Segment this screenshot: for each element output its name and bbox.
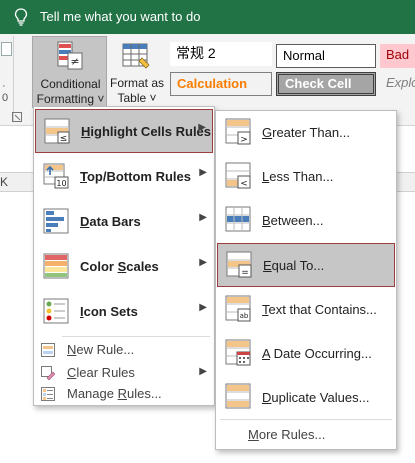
menu-item-label: New Rule... xyxy=(67,342,135,357)
style-normal[interactable]: Normal xyxy=(276,44,376,68)
submenu-item-label: Equal To... xyxy=(263,258,325,273)
menu-separator xyxy=(220,419,392,420)
submenu-item-duplicate-values[interactable]: Duplicate Values... xyxy=(217,376,395,420)
submenu-item-label: Text that Contains... xyxy=(262,302,377,317)
tell-me-text: Tell me what you want to do xyxy=(40,9,201,24)
between-icon xyxy=(225,206,251,232)
format-as-table-label: Format as Table ˅ xyxy=(109,76,164,105)
menu-item-new-rule[interactable]: New Rule... xyxy=(35,339,213,361)
format-as-table-button[interactable]: Format as Table ˅ xyxy=(108,36,166,108)
menu-item-label: Highlight Cells Rules xyxy=(81,124,212,139)
text-contains-icon: ab xyxy=(225,295,251,322)
tell-me-bar[interactable]: Tell me what you want to do xyxy=(0,0,415,34)
svg-text:=: = xyxy=(241,268,249,278)
conditional-formatting-menu: ≤ Highlight Cells Rules ▶ 10 Top/Bottom … xyxy=(33,106,215,406)
color-scales-icon xyxy=(43,253,69,279)
style-check-cell[interactable]: Check Cell xyxy=(276,72,376,96)
number-format-icon[interactable] xyxy=(1,42,12,56)
highlight-cells-rules-submenu: > Greater Than... < Less Than... Between… xyxy=(215,110,397,450)
submenu-arrow-icon: ▶ xyxy=(198,122,206,133)
svg-text:≤: ≤ xyxy=(60,134,68,144)
submenu-arrow-icon: ▶ xyxy=(199,167,207,178)
equal-to-icon: = xyxy=(226,251,252,278)
menu-item-label: Manage Rules... xyxy=(67,386,162,401)
conditional-formatting-label: Conditional Formatting ˅ xyxy=(36,77,105,106)
new-rule-icon xyxy=(41,343,55,357)
submenu-item-between[interactable]: Between... xyxy=(217,199,395,243)
data-bars-icon xyxy=(43,208,69,234)
menu-item-label: Data Bars xyxy=(80,214,141,229)
style-bad[interactable]: Bad xyxy=(380,44,415,68)
style-chang-gui-2[interactable]: 常规 2 xyxy=(170,42,272,66)
menu-item-label: Clear Rules xyxy=(67,365,135,380)
cell-styles-gallery: 常规 2 Normal Bad Calculation Check Cell E… xyxy=(166,38,415,98)
menu-item-label: Icon Sets xyxy=(80,304,138,319)
greater-than-icon: > xyxy=(225,118,251,145)
group-separator xyxy=(13,36,14,122)
menu-item-top-bottom-rules[interactable]: 10 Top/Bottom Rules ▶ xyxy=(35,155,213,199)
menu-item-label: Color Scales xyxy=(80,259,159,274)
submenu-arrow-icon: ▶ xyxy=(199,366,207,377)
svg-text:>: > xyxy=(240,135,248,145)
svg-text:<: < xyxy=(240,179,248,189)
submenu-item-label: Duplicate Values... xyxy=(262,390,370,405)
less-than-icon: < xyxy=(225,162,251,189)
submenu-item-label: Greater Than... xyxy=(262,125,350,140)
submenu-arrow-icon: ▶ xyxy=(199,302,207,313)
svg-text:≠: ≠ xyxy=(70,55,79,68)
duplicate-values-icon xyxy=(225,383,251,409)
submenu-item-date-occurring[interactable]: A Date Occurring... xyxy=(217,332,395,376)
conditional-formatting-icon: ≠ xyxy=(57,41,83,70)
menu-separator xyxy=(62,336,210,337)
icon-sets-icon xyxy=(43,298,69,324)
lightbulb-icon xyxy=(14,8,28,26)
menu-item-manage-rules[interactable]: Manage Rules... xyxy=(35,383,213,405)
column-letter: K xyxy=(0,175,9,189)
submenu-item-equal-to[interactable]: = Equal To... xyxy=(217,243,395,287)
top-bottom-rules-icon: 10 xyxy=(43,163,69,189)
highlight-cells-rules-icon: ≤ xyxy=(44,118,70,144)
format-as-table-icon xyxy=(122,43,150,69)
submenu-item-less-than[interactable]: < Less Than... xyxy=(217,155,395,199)
menu-item-clear-rules[interactable]: Clear Rules ▶ xyxy=(35,362,213,384)
menu-item-color-scales[interactable]: Color Scales ▶ xyxy=(35,245,213,289)
submenu-item-text-contains[interactable]: ab Text that Contains... xyxy=(217,288,395,332)
menu-item-highlight-cells-rules[interactable]: ≤ Highlight Cells Rules ▶ xyxy=(35,109,213,153)
manage-rules-icon xyxy=(41,387,55,401)
style-calculation[interactable]: Calculation xyxy=(170,72,272,96)
submenu-item-more-rules[interactable]: More Rules... xyxy=(248,427,325,442)
clear-rules-icon xyxy=(41,366,55,380)
svg-text:10: 10 xyxy=(56,179,66,188)
submenu-item-label: Between... xyxy=(262,213,324,228)
menu-item-icon-sets[interactable]: Icon Sets ▶ xyxy=(35,290,213,334)
submenu-item-label: Less Than... xyxy=(262,169,334,184)
conditional-formatting-button[interactable]: ≠ Conditional Formatting ˅ xyxy=(32,36,107,108)
date-occurring-icon xyxy=(225,339,251,366)
menu-item-label: Top/Bottom Rules xyxy=(80,169,191,184)
submenu-arrow-icon: ▶ xyxy=(199,212,207,223)
submenu-arrow-icon: ▶ xyxy=(199,257,207,268)
svg-text:ab: ab xyxy=(240,312,249,320)
style-explanatory[interactable]: Explo xyxy=(380,72,415,96)
submenu-item-greater-than[interactable]: > Greater Than... xyxy=(217,111,395,155)
menu-item-data-bars[interactable]: Data Bars ▶ xyxy=(35,200,213,244)
dialog-launcher-icon[interactable] xyxy=(12,112,22,122)
submenu-item-label: A Date Occurring... xyxy=(262,346,372,361)
